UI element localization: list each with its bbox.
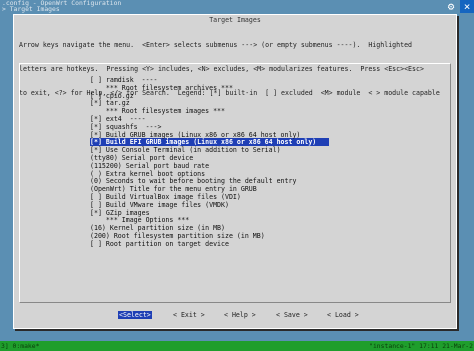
menu-list: [ ] ramdisk ---- *** Root filesystem arc…: [90, 76, 440, 248]
menu-item-grub-images[interactable]: [*] Build GRUB images (Linux x86 or x86 …: [90, 131, 440, 139]
menu-item-kernel-partition-size[interactable]: (16) Kernel partition size (in MB): [90, 224, 440, 232]
menu-item-cpio-gz[interactable]: [ ] cpio.gz: [90, 92, 440, 100]
save-button[interactable]: < Save >: [276, 311, 308, 319]
menuconfig-dialog: Target Images Arrow keys navigate the me…: [13, 14, 457, 329]
menu-item-kernel-boot-options[interactable]: ( ) Extra kernel boot options: [90, 170, 440, 178]
menu-comment-image-options: *** Image Options ***: [90, 216, 190, 225]
menu-item-vmdk-images[interactable]: [ ] Build VMware image files (VMDK): [90, 201, 440, 209]
menu-item-console-terminal[interactable]: [*] Use Console Terminal (in addition to…: [90, 146, 440, 154]
menu-item-vdi-images[interactable]: [ ] Build VirtualBox image files (VDI): [90, 193, 440, 201]
menu-box: [ ] ramdisk ---- *** Root filesystem arc…: [19, 63, 451, 303]
gear-icon[interactable]: ⚙: [444, 0, 458, 13]
help-button[interactable]: < Help >: [224, 311, 256, 319]
menu-item-grub-title[interactable]: (OpenWrt) Title for the menu entry in GR…: [90, 185, 440, 193]
tmux-status-info: "instance-1" 17:11 21-Mar-2: [369, 342, 473, 350]
help-line: Arrow keys navigate the menu. <Enter> se…: [19, 41, 413, 49]
close-icon[interactable]: ×: [460, 0, 474, 13]
menu-item-ramdisk[interactable]: [ ] ramdisk ----: [90, 76, 440, 84]
load-button[interactable]: < Load >: [327, 311, 359, 319]
menu-item-rootfs-partition-size[interactable]: (200) Root filesystem partition size (in…: [90, 232, 440, 240]
dialog-title: Target Images: [209, 16, 261, 24]
tmux-status-bar: 3] 0:make* "instance-1" 17:11 21-Mar-2: [0, 341, 474, 351]
menu-comment-root-fs-archives: *** Root filesystem archives ***: [90, 83, 233, 92]
tmux-window-list[interactable]: 3] 0:make*: [1, 342, 39, 350]
menu-item-gzip-images[interactable]: [*] GZip images: [90, 209, 440, 217]
terminal-title-bar: .config - OpenWrt Configuration > Target…: [0, 0, 474, 13]
menu-comment-root-fs-images: *** Root filesystem images ***: [90, 107, 225, 116]
menu-item-boot-timeout[interactable]: (0) Seconds to wait before booting the d…: [90, 177, 440, 185]
menu-item-root-partition-target[interactable]: [ ] Root partition on target device: [90, 240, 440, 248]
menu-item-efi-grub-images[interactable]: [*] Build EFI GRUB images (Linux x86 or …: [90, 138, 329, 146]
menu-item-serial-baud-rate[interactable]: (115200) Serial port baud rate: [90, 162, 440, 170]
menu-item-tar-gz[interactable]: [*] tar.gz: [90, 99, 440, 107]
breadcrumb: > Target Images: [2, 5, 60, 13]
exit-button[interactable]: < Exit >: [173, 311, 205, 319]
select-button[interactable]: <Select>: [118, 311, 152, 319]
menu-item-serial-port-device[interactable]: (tty80) Serial port device: [90, 154, 440, 162]
menu-item-ext4[interactable]: [*] ext4 ----: [90, 115, 440, 123]
window-controls: ⚙ ×: [442, 0, 474, 13]
menu-item-squashfs[interactable]: [*] squashfs --->: [90, 123, 440, 131]
